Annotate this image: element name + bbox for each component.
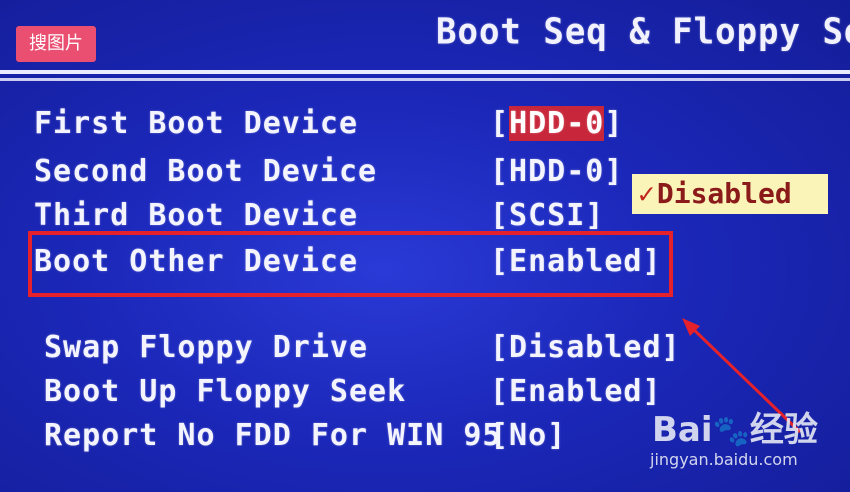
paw-icon: 🐾 xyxy=(712,414,750,449)
bios-screen: Boot Seq & Floppy Setu First Boot Device… xyxy=(0,0,850,492)
brand-logo: Bai🐾经验 xyxy=(652,410,818,450)
brand-site: jingyan.baidu.com xyxy=(650,450,798,469)
watermark-badge: 搜图片 xyxy=(16,26,96,62)
